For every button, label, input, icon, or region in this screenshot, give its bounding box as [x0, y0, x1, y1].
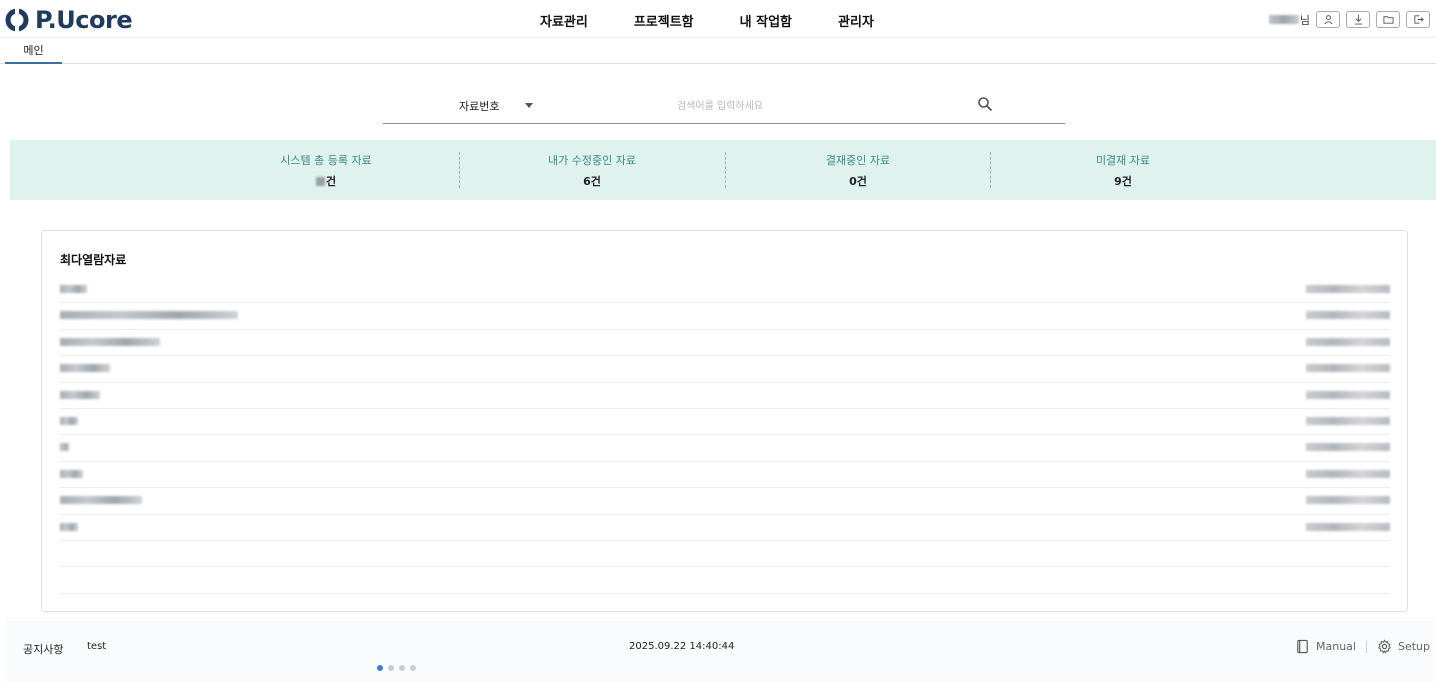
redacted-count	[315, 176, 325, 186]
stat-label: 내가 수정중인 자료	[548, 154, 636, 167]
notice-label: 공지사항	[23, 643, 64, 656]
nav-item-my-work[interactable]: 내 작업함	[740, 11, 792, 30]
redacted-item-title	[60, 469, 83, 478]
notice-pager	[377, 665, 416, 671]
stat-value-text: 건	[325, 175, 337, 188]
footer: 공지사항 test 2025.09.22 14:40:44 Manual Set…	[5, 617, 1436, 682]
redacted-item-date	[1306, 469, 1390, 478]
redacted-item-title	[60, 522, 78, 531]
download-button[interactable]	[1346, 11, 1370, 28]
redacted-item-title	[60, 337, 160, 346]
redacted-user-name	[1268, 15, 1299, 24]
redacted-item-date	[1306, 416, 1390, 425]
pager-dot-active[interactable]	[377, 665, 383, 671]
nav-item-admin[interactable]: 관리자	[838, 11, 874, 30]
tab-main[interactable]: 메인	[5, 38, 62, 64]
tab-bar: 메인	[0, 38, 1436, 64]
most-viewed-card: 최다열람자료	[41, 230, 1408, 612]
redacted-item-title	[60, 390, 100, 399]
redacted-item-title	[60, 311, 238, 320]
redacted-item-date	[1306, 364, 1390, 373]
stat-label: 미결재 자료	[1095, 154, 1151, 167]
redacted-item-title	[60, 285, 87, 293]
search-type-select[interactable]: 자료번호	[459, 98, 499, 114]
folder-button[interactable]	[1376, 11, 1400, 28]
download-icon	[1354, 14, 1362, 25]
main-nav: 자료관리 프로젝트함 내 작업함 관리자	[540, 11, 874, 30]
stat-unapproved[interactable]: 미결재 자료 9건	[990, 152, 1256, 188]
list-item[interactable]	[60, 277, 1390, 304]
user-suffix: 님	[1299, 13, 1310, 27]
list-item[interactable]	[60, 515, 1390, 541]
redacted-item-date	[1306, 496, 1390, 505]
user-icon	[1323, 15, 1333, 25]
main-content: 자료번호 시스템 총 등록 자료 건 내가 수정중인 자료 6건 결재중인 자료…	[10, 70, 1436, 615]
setup-link[interactable]: Setup	[1377, 639, 1430, 654]
stat-value: 9건	[1114, 175, 1132, 188]
app-header: P.Ucore 자료관리 프로젝트함 내 작업함 관리자 님	[0, 0, 1436, 38]
list-item[interactable]	[60, 330, 1390, 357]
list-item[interactable]	[60, 409, 1390, 436]
redacted-item-date	[1306, 390, 1390, 399]
search-input[interactable]	[677, 96, 957, 116]
redacted-item-date	[1306, 337, 1390, 346]
nav-item-project-box[interactable]: 프로젝트함	[634, 11, 694, 30]
stats-bar: 시스템 총 등록 자료 건 내가 수정중인 자료 6건 결재중인 자료 0건 미…	[10, 140, 1436, 200]
list-item[interactable]	[60, 356, 1390, 383]
notice-time: 2025.09.22 14:40:44	[629, 641, 735, 652]
book-icon	[1297, 639, 1308, 654]
redacted-item-date	[1306, 285, 1390, 293]
logo-text: P.Ucore	[35, 6, 133, 34]
empty-list-row	[60, 567, 1390, 594]
folder-icon	[1382, 16, 1394, 24]
stat-in-approval[interactable]: 결재중인 자료 0건	[725, 152, 991, 188]
stat-value: 건	[193, 173, 459, 189]
logout-button[interactable]	[1406, 11, 1430, 28]
pager-dot[interactable]	[410, 665, 416, 671]
list-item[interactable]	[60, 435, 1390, 462]
notice-text[interactable]: test	[87, 641, 106, 652]
stat-label: 결재중인 자료	[825, 154, 891, 167]
manual-link[interactable]: Manual	[1295, 639, 1356, 654]
redacted-item-date	[1306, 522, 1390, 531]
card-title: 최다열람자료	[60, 253, 127, 267]
user-area: 님	[1268, 11, 1430, 28]
manual-label: Manual	[1315, 640, 1356, 653]
search-bar: 자료번호	[383, 88, 1065, 124]
redacted-item-date	[1306, 311, 1390, 320]
most-viewed-list	[60, 277, 1390, 594]
search-icon[interactable]	[977, 96, 993, 112]
redacted-item-title	[60, 416, 78, 425]
user-name: 님	[1268, 12, 1310, 28]
redacted-item-title	[60, 364, 110, 373]
nav-item-data-management[interactable]: 자료관리	[540, 11, 588, 30]
footer-divider	[1365, 640, 1367, 653]
stat-value: 6건	[583, 175, 601, 188]
list-item[interactable]	[60, 383, 1390, 409]
pager-dot[interactable]	[388, 665, 394, 671]
stat-value: 0건	[849, 175, 867, 188]
list-item[interactable]	[60, 462, 1390, 489]
list-item[interactable]	[60, 303, 1390, 330]
logout-icon	[1413, 15, 1424, 24]
logo[interactable]: P.Ucore	[5, 6, 133, 34]
empty-list-row	[60, 541, 1390, 568]
setup-label: Setup	[1397, 640, 1430, 653]
list-item[interactable]	[60, 488, 1390, 515]
footer-links: Manual Setup	[1295, 639, 1430, 654]
user-profile-button[interactable]	[1316, 11, 1340, 28]
redacted-item-title	[60, 496, 142, 505]
redacted-item-title	[60, 443, 69, 452]
redacted-item-date	[1306, 443, 1390, 452]
gear-icon	[1377, 639, 1392, 654]
chevron-down-icon[interactable]	[525, 103, 533, 108]
stat-my-editing[interactable]: 내가 수정중인 자료 6건	[459, 152, 725, 188]
logo-mark-icon	[5, 8, 29, 32]
stat-label: 시스템 총 등록 자료	[280, 154, 372, 167]
pager-dot[interactable]	[399, 665, 405, 671]
stat-total-registered[interactable]: 시스템 총 등록 자료 건	[193, 152, 459, 188]
